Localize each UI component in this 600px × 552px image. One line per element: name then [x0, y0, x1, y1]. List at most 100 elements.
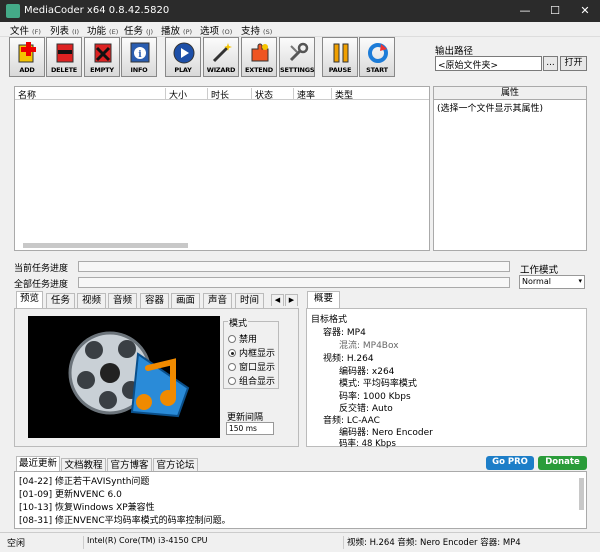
status-state: 空闲	[7, 539, 26, 549]
column-size[interactable]: 大小	[165, 88, 187, 101]
delete-icon	[56, 43, 74, 63]
properties-hint: (选择一个文件显示其属性)	[437, 104, 544, 114]
file-list-header: 名称 大小 时长 状态 速率 类型	[15, 87, 429, 101]
tab-blog[interactable]: 官方博客	[107, 458, 152, 471]
tab-scroll-left-icon[interactable]: ◀	[271, 294, 284, 306]
wrench-icon	[289, 42, 309, 62]
mode-radio-window[interactable]: 窗口显示	[228, 360, 275, 373]
maximize-button[interactable]: ☐	[540, 0, 570, 22]
title-bar: MediaCoder x64 0.8.42.5820 — ☐ ✕	[0, 0, 600, 22]
tab-sound[interactable]: 声音	[203, 293, 232, 308]
properties-header: 属性	[434, 87, 586, 100]
empty-button[interactable]: EMPTY	[84, 37, 120, 77]
work-mode-label: 工作模式	[520, 265, 559, 276]
refresh-interval-value: 150 ms	[229, 424, 257, 433]
radio-selected-icon	[228, 349, 236, 357]
menu-support[interactable]: 支持 (S)	[241, 23, 272, 37]
settings-button[interactable]: SETTINGS	[279, 37, 315, 77]
mediacoder-logo-icon	[68, 331, 190, 418]
tab-recent-updates[interactable]: 最近更新	[16, 456, 60, 471]
info-icon: i	[130, 42, 150, 63]
file-list[interactable]: 名称 大小 时长 状态 速率 类型	[14, 86, 430, 251]
delete-button[interactable]: DELETE	[46, 37, 82, 77]
tab-scroll-right-icon[interactable]: ▶	[285, 294, 298, 306]
pause-label: PAUSE	[328, 66, 352, 74]
summary-line: 混流: MP4Box	[339, 341, 399, 351]
menu-play[interactable]: 播放 (P)	[161, 23, 192, 37]
window-title: MediaCoder x64 0.8.42.5820	[24, 5, 170, 16]
info-label: INFO	[130, 66, 148, 74]
column-name[interactable]: 名称	[15, 88, 36, 101]
news-list[interactable]: [04-22] 修正若干AVISynth问题 [01-09] 更新NVENC 6…	[14, 471, 587, 529]
menu-options[interactable]: 选项 (O)	[200, 23, 232, 37]
menu-task[interactable]: 任务 (J)	[124, 23, 153, 37]
browse-button[interactable]: ...	[543, 56, 558, 71]
status-cpu: Intel(R) Core(TM) i3-4150 CPU	[83, 536, 208, 549]
app-icon	[6, 4, 20, 18]
current-progress-bar	[78, 261, 510, 272]
empty-label: EMPTY	[90, 66, 114, 74]
file-list-scrollbar[interactable]	[23, 243, 188, 248]
chevron-down-icon: ▾	[578, 277, 582, 285]
radio-icon	[228, 377, 236, 385]
all-progress-label: 全部任务进度	[14, 280, 69, 290]
preview-mode-group: 模式 禁用 内框显示 窗口显示 组合显示	[223, 316, 279, 389]
info-button[interactable]: i INFO	[121, 37, 157, 77]
news-item[interactable]: [01-09] 更新NVENC 6.0	[19, 487, 122, 500]
summary-line: 码率: 48 Kbps	[339, 439, 396, 449]
current-progress-label: 当前任务进度	[14, 264, 69, 274]
pause-button[interactable]: PAUSE	[322, 37, 358, 77]
tab-picture[interactable]: 画面	[171, 293, 200, 308]
news-item[interactable]: [08-31] 修正NVENC平均码率模式的码率控制问题。	[19, 513, 231, 526]
preview-mode-label: 模式	[228, 316, 249, 329]
extend-button[interactable]: EXTEND	[241, 37, 277, 77]
tab-audio[interactable]: 音频	[108, 293, 137, 308]
tab-task[interactable]: 任务	[46, 293, 75, 308]
menu-list[interactable]: 列表 (I)	[50, 23, 79, 37]
refresh-interval-select[interactable]: 150 ms	[226, 422, 274, 435]
status-bar: 空闲 Intel(R) Core(TM) i3-4150 CPU 视频: H.2…	[0, 532, 600, 552]
add-label: ADD	[19, 66, 35, 74]
add-button[interactable]: ADD	[9, 37, 45, 77]
column-rate[interactable]: 速率	[293, 88, 315, 101]
tab-docs[interactable]: 文档教程	[61, 458, 106, 471]
news-item[interactable]: [10-13] 恢复Windows XP兼容性	[19, 500, 155, 513]
work-mode-select[interactable]: Normal ▾	[519, 275, 585, 289]
tab-time[interactable]: 时间	[235, 293, 264, 308]
mode-radio-inner[interactable]: 内框显示	[228, 346, 275, 359]
menu-function[interactable]: 功能 (E)	[87, 23, 118, 37]
mode-radio-combined[interactable]: 组合显示	[228, 374, 275, 387]
status-format: 视频: H.264 音频: Nero Encoder 容器: MP4	[343, 536, 521, 549]
preview-image	[28, 316, 220, 438]
close-button[interactable]: ✕	[570, 0, 600, 22]
radio-icon	[228, 335, 236, 343]
output-path-input[interactable]: <原始文件夹>	[435, 56, 542, 71]
column-status[interactable]: 状态	[251, 88, 273, 101]
empty-icon	[94, 43, 112, 63]
minimize-button[interactable]: —	[510, 0, 540, 22]
work-mode-value: Normal	[522, 277, 551, 286]
tab-preview[interactable]: 预览	[16, 291, 43, 308]
start-button[interactable]: START	[359, 37, 395, 77]
play-button[interactable]: PLAY	[165, 37, 201, 77]
menu-file[interactable]: 文件 (F)	[10, 23, 41, 37]
tab-container[interactable]: 容器	[140, 293, 169, 308]
tab-forum[interactable]: 官方论坛	[153, 458, 198, 471]
tab-video[interactable]: 视频	[77, 293, 106, 308]
news-scrollbar[interactable]	[579, 478, 584, 510]
open-folder-button[interactable]: 打开	[560, 56, 587, 71]
column-duration[interactable]: 时长	[207, 88, 229, 101]
donate-button[interactable]: Donate	[538, 456, 587, 470]
tab-summary[interactable]: 概要	[307, 291, 340, 308]
output-path-label: 输出路径	[435, 46, 474, 57]
wizard-button[interactable]: WIZARD	[203, 37, 239, 77]
mode-radio-disable[interactable]: 禁用	[228, 332, 257, 345]
wizard-wand-icon	[212, 43, 232, 63]
column-type[interactable]: 类型	[331, 88, 353, 101]
go-pro-button[interactable]: Go PRO	[486, 456, 534, 470]
all-progress-bar	[78, 277, 510, 288]
start-refresh-icon	[368, 43, 388, 63]
summary-line: 目标格式	[311, 315, 348, 325]
summary-line: 视频: H.264	[323, 354, 374, 364]
news-item[interactable]: [04-22] 修正若干AVISynth问题	[19, 474, 149, 487]
